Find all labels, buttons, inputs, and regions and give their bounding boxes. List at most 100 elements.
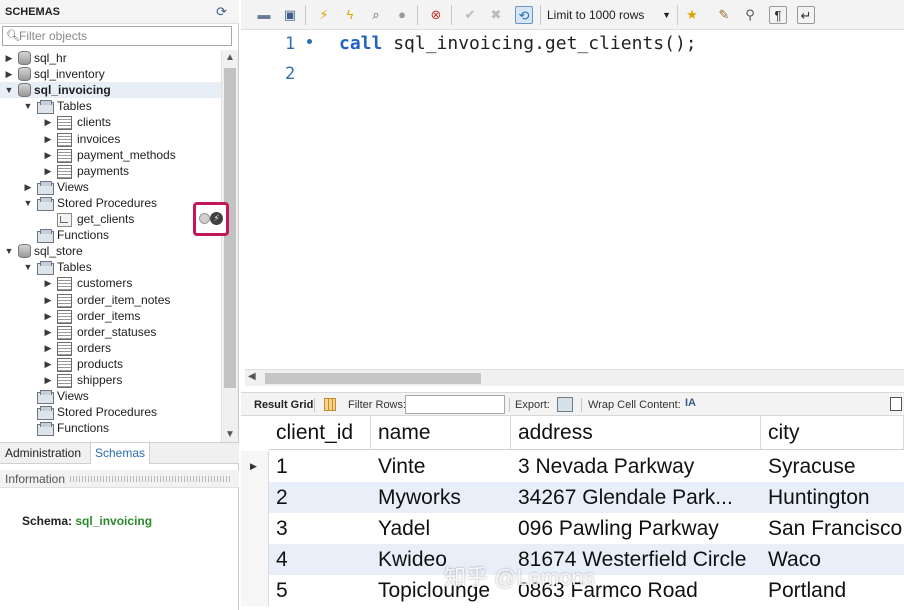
scroll-thumb[interactable] bbox=[265, 373, 481, 384]
tree-item-order-statuses[interactable]: ▶ order_statuses bbox=[0, 324, 221, 340]
result-grid-tab[interactable]: Result Grid bbox=[254, 399, 313, 411]
table-cell[interactable]: Huntington bbox=[761, 482, 904, 513]
expand-arrow-icon[interactable]: ▶ bbox=[4, 66, 14, 82]
table-cell[interactable]: 4 bbox=[269, 544, 371, 575]
grid-icon[interactable] bbox=[324, 398, 336, 411]
save-icon[interactable]: ▣ bbox=[281, 6, 299, 24]
row-marker[interactable] bbox=[241, 513, 269, 544]
tree-item-tables[interactable]: ▼ Tables bbox=[0, 98, 221, 115]
editor-hscrollbar[interactable]: ◀ bbox=[245, 369, 904, 386]
expand-arrow-icon[interactable]: ▶ bbox=[43, 372, 53, 388]
refresh-icon[interactable]: ⟳ bbox=[216, 4, 227, 20]
tree-item-sql-inventory[interactable]: ▶ sql_inventory bbox=[0, 66, 221, 82]
tree-item-views[interactable]: ▶ Views bbox=[0, 179, 221, 195]
tree-item-order-items[interactable]: ▶ order_items bbox=[0, 308, 221, 324]
expand-arrow-icon[interactable]: ▶ bbox=[43, 356, 53, 372]
collapse-arrow-icon[interactable]: ▼ bbox=[23, 195, 33, 211]
tree-item-invoices[interactable]: ▶ invoices bbox=[0, 131, 221, 147]
column-header-name[interactable]: name bbox=[371, 416, 511, 450]
table-cell[interactable]: 3 bbox=[269, 513, 371, 544]
table-cell[interactable]: 34267 Glendale Park... bbox=[511, 482, 761, 513]
table-cell[interactable]: 5 bbox=[269, 575, 371, 606]
expand-arrow-icon[interactable]: ▶ bbox=[43, 324, 53, 340]
row-marker[interactable] bbox=[241, 482, 269, 513]
expand-arrow-icon[interactable]: ▶ bbox=[43, 131, 53, 147]
table-cell[interactable]: 2 bbox=[269, 482, 371, 513]
tree-item-views[interactable]: Views bbox=[0, 388, 221, 405]
tree-item-customers[interactable]: ▶ customers bbox=[0, 275, 221, 292]
invisible-chars-icon[interactable]: ¶ bbox=[769, 6, 787, 24]
table-cell[interactable]: 1 bbox=[269, 451, 371, 482]
tree-item-functions[interactable]: Functions bbox=[0, 420, 221, 437]
table-cell[interactable]: 3 Nevada Parkway bbox=[511, 451, 761, 482]
tree-scrollbar[interactable]: ▲ ▼ bbox=[221, 50, 238, 442]
collapse-arrow-icon[interactable]: ▼ bbox=[4, 243, 14, 259]
tree-item-sql-invoicing[interactable]: ▼ sql_invoicing bbox=[0, 82, 221, 99]
collapse-arrow-icon[interactable]: ▼ bbox=[23, 259, 33, 275]
tree-item-order-item-notes[interactable]: ▶ order_item_notes bbox=[0, 292, 221, 308]
table-cell[interactable]: Syracuse bbox=[761, 451, 904, 482]
expand-arrow-icon[interactable]: ▶ bbox=[23, 179, 33, 195]
tab-schemas[interactable]: Schemas bbox=[90, 443, 151, 464]
table-cell[interactable]: 096 Pawling Parkway bbox=[511, 513, 761, 544]
table-cell[interactable]: Portland bbox=[761, 575, 904, 606]
tree-item-stored-procedures[interactable]: Stored Procedures bbox=[0, 404, 221, 421]
tree-item-payments[interactable]: ▶ payments bbox=[0, 163, 221, 179]
info-icon[interactable] bbox=[199, 213, 210, 224]
rollback-icon[interactable]: ✖ bbox=[487, 6, 505, 24]
table-cell[interactable]: Waco bbox=[761, 544, 904, 575]
tree-item-products[interactable]: ▶ products bbox=[0, 356, 221, 372]
add-snippet-icon[interactable]: ★ bbox=[683, 6, 701, 24]
open-folder-icon[interactable]: ▬ bbox=[255, 6, 273, 24]
collapse-arrow-icon[interactable]: ▼ bbox=[4, 82, 14, 98]
filter-objects-input[interactable] bbox=[19, 28, 227, 44]
wrap-lines-icon[interactable]: ↵ bbox=[797, 6, 815, 24]
limit-rows-select[interactable]: Limit to 1000 rows ▼ bbox=[547, 5, 675, 25]
table-cell[interactable]: Vinte bbox=[371, 451, 511, 482]
tree-item-functions[interactable]: Functions bbox=[0, 227, 221, 244]
tree-item-sql-store[interactable]: ▼ sql_store bbox=[0, 243, 221, 259]
expand-arrow-icon[interactable]: ▶ bbox=[43, 308, 53, 324]
execute-procedure-icon[interactable]: ⚡ bbox=[210, 212, 223, 225]
sql-editor[interactable]: 1 call sql_invoicing.get_clients(); 2 bbox=[241, 30, 904, 368]
expand-arrow-icon[interactable]: ▶ bbox=[43, 163, 53, 179]
tree-item-clients[interactable]: ▶ clients bbox=[0, 114, 221, 131]
explain-icon[interactable]: ⌕ bbox=[367, 6, 385, 24]
code-line[interactable]: call sql_invoicing.get_clients(); bbox=[339, 33, 697, 54]
expand-arrow-icon[interactable]: ▶ bbox=[43, 147, 53, 163]
stop-icon[interactable]: ● bbox=[393, 6, 411, 24]
scroll-up-icon[interactable]: ▲ bbox=[225, 52, 235, 63]
tree-item-sql-hr[interactable]: ▶ sql_hr bbox=[0, 50, 221, 66]
wrap-cell-icon[interactable]: IA bbox=[685, 397, 696, 409]
tree-item-get-clients[interactable]: get_clients bbox=[0, 211, 221, 227]
table-cell[interactable]: Yadel bbox=[371, 513, 511, 544]
expand-arrow-icon[interactable]: ▶ bbox=[43, 340, 53, 356]
scroll-left-icon[interactable]: ◀ bbox=[248, 371, 256, 382]
autocommit-icon[interactable]: ⟲ bbox=[515, 6, 533, 24]
tree-item-tables[interactable]: ▼ Tables bbox=[0, 259, 221, 276]
export-icon[interactable] bbox=[557, 397, 573, 412]
expand-arrow-icon[interactable]: ▶ bbox=[43, 114, 53, 130]
side-panel-toggle-icon[interactable] bbox=[890, 397, 902, 411]
execute-icon[interactable]: ⚡ bbox=[315, 6, 333, 24]
collapse-arrow-icon[interactable]: ▼ bbox=[23, 98, 33, 114]
row-marker[interactable] bbox=[241, 575, 269, 606]
beautify-icon[interactable]: ✎ bbox=[715, 6, 733, 24]
scroll-down-icon[interactable]: ▼ bbox=[225, 429, 235, 440]
table-cell[interactable]: San Francisco bbox=[761, 513, 904, 544]
table-cell[interactable]: Myworks bbox=[371, 482, 511, 513]
row-marker[interactable]: ▶ bbox=[241, 451, 269, 482]
expand-arrow-icon[interactable]: ▶ bbox=[43, 275, 53, 291]
toggle-error-icon[interactable]: ⊗ bbox=[427, 6, 445, 24]
panel-grip[interactable] bbox=[70, 476, 230, 482]
tree-item-orders[interactable]: ▶ orders bbox=[0, 340, 221, 356]
column-header-city[interactable]: city bbox=[761, 416, 904, 450]
column-header-address[interactable]: address bbox=[511, 416, 761, 450]
filter-rows-input[interactable] bbox=[405, 395, 505, 414]
expand-arrow-icon[interactable]: ▶ bbox=[4, 50, 14, 66]
expand-arrow-icon[interactable]: ▶ bbox=[43, 292, 53, 308]
row-marker[interactable] bbox=[241, 544, 269, 575]
tree-item-shippers[interactable]: ▶ shippers bbox=[0, 372, 221, 388]
column-header-client-id[interactable]: client_id bbox=[269, 416, 371, 450]
execute-current-icon[interactable]: ϟ bbox=[341, 6, 359, 24]
